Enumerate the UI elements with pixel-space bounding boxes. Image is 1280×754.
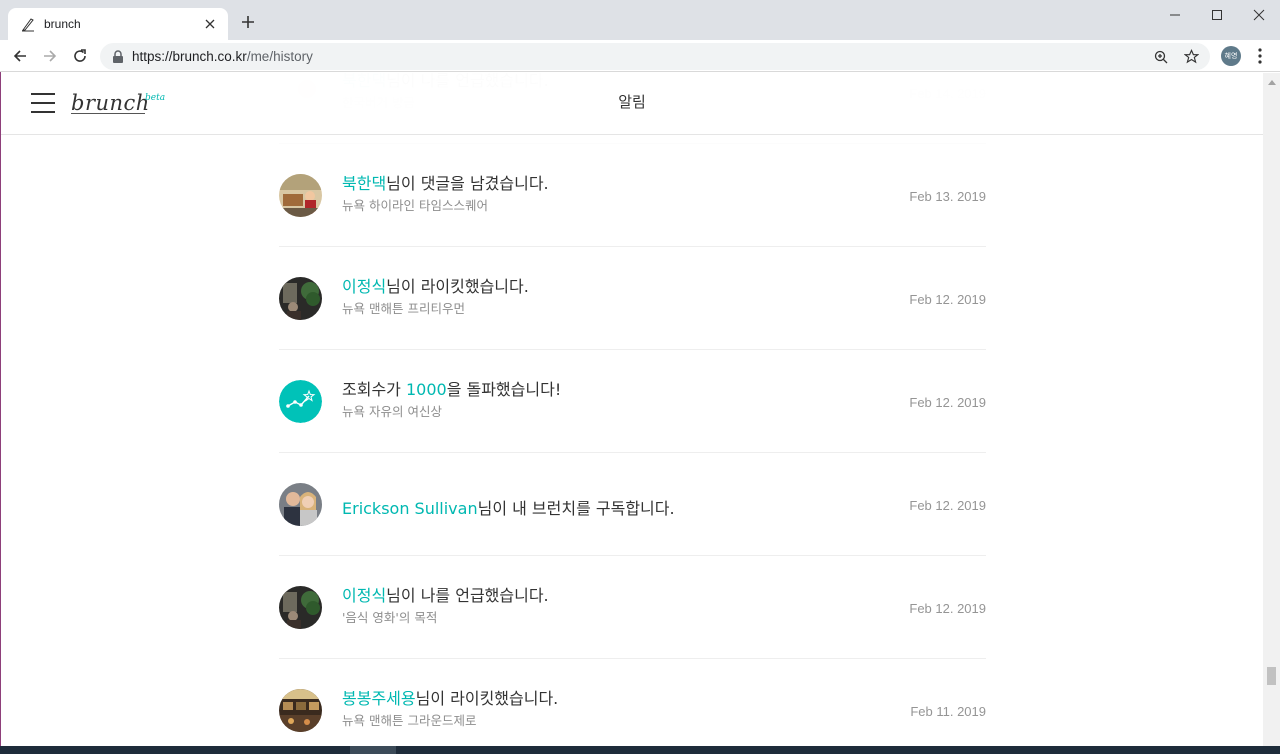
- highlight-link[interactable]: 1000: [406, 380, 447, 399]
- notification-date: Feb 12. 2019: [909, 395, 986, 410]
- browser-tab[interactable]: brunch: [8, 8, 228, 40]
- notification-message: 이정식님이 라이킷했습니다.: [342, 277, 529, 297]
- notification-text: 북한댁님이 댓글을 남겼습니다. 뉴욕 하이라인 타임스스퀘어: [342, 174, 549, 214]
- notification-article-title[interactable]: '음식 영화'의 목적: [342, 610, 549, 626]
- forward-arrow-icon[interactable]: [38, 44, 62, 68]
- new-tab-icon[interactable]: [238, 12, 258, 32]
- tab-strip: brunch: [0, 0, 1280, 40]
- notification-article-title[interactable]: 뉴욕 맨해튼 그라운드제로: [342, 713, 558, 729]
- user-avatar[interactable]: [279, 689, 322, 732]
- highlight-link[interactable]: 이정식: [342, 586, 386, 605]
- notification-text: 봉봉주세용님이 라이킷했습니다. 뉴욕 맨해튼 그라운드제로: [342, 689, 558, 729]
- user-avatar[interactable]: [279, 277, 322, 320]
- notification-item[interactable]: 조회수가 1000을 돌파했습니다! 뉴욕 자유의 여신상 Feb 12. 2019: [279, 350, 986, 453]
- page-title: 알림: [618, 93, 646, 111]
- user-avatar[interactable]: [279, 586, 322, 629]
- notification-item[interactable]: Erickson Sullivan님이 내 브런치를 구독합니다. Feb 12.…: [279, 453, 986, 556]
- browser-toolbar: https://brunch.co.kr/me/history 혜영: [0, 40, 1280, 72]
- message-text: 님이 라이킷했습니다.: [415, 689, 559, 708]
- notification-item[interactable]: 북한댁님이 댓글을 남겼습니다. 뉴욕 하이라인 타임스스퀘어 Feb 13. 20…: [279, 144, 986, 247]
- close-window-icon[interactable]: [1238, 0, 1280, 30]
- message-text: 님이 나를 언급했습니다.: [386, 586, 549, 605]
- minimize-icon[interactable]: [1154, 0, 1196, 30]
- url-path: /me/history: [246, 49, 313, 64]
- notification-message: Erickson Sullivan님이 내 브런치를 구독합니다.: [342, 499, 675, 519]
- vertical-scrollbar[interactable]: [1263, 73, 1280, 746]
- browser-menu-icon[interactable]: [1250, 44, 1270, 68]
- notification-text: Erickson Sullivan님이 내 브런치를 구독합니다.: [342, 499, 675, 519]
- notification-date: Feb 12. 2019: [909, 601, 986, 616]
- stats-milestone-icon[interactable]: [279, 380, 322, 423]
- notification-message: 북한댁님이 댓글을 남겼습니다.: [342, 174, 549, 194]
- close-tab-icon[interactable]: [202, 16, 218, 32]
- notification-message: 조회수가 1000을 돌파했습니다!: [342, 380, 561, 400]
- highlight-link[interactable]: 이정식: [342, 277, 386, 296]
- notification-text: 조회수가 1000을 돌파했습니다! 뉴욕 자유의 여신상: [342, 380, 561, 420]
- highlight-link[interactable]: 북한댁: [342, 174, 386, 193]
- site-header: brunch beta 알림: [1, 73, 1263, 135]
- notification-article-title[interactable]: 뉴욕 자유의 여신상: [342, 404, 561, 420]
- bookmark-star-icon[interactable]: [1180, 46, 1202, 68]
- notification-text: 이정식님이 나를 언급했습니다. '음식 영화'의 목적: [342, 586, 549, 626]
- notification-text: 이정식님이 라이킷했습니다. 뉴욕 맨해튼 프리티우먼: [342, 277, 529, 317]
- profile-avatar[interactable]: 혜영: [1221, 46, 1241, 66]
- url-host: https://brunch.co.kr: [132, 49, 247, 64]
- notification-article-title[interactable]: 뉴욕 하이라인 타임스스퀘어: [342, 198, 549, 214]
- maximize-icon[interactable]: [1196, 0, 1238, 30]
- address-bar[interactable]: https://brunch.co.kr/me/history: [100, 43, 1210, 70]
- brunch-favicon-icon: [22, 18, 34, 32]
- reload-icon[interactable]: [68, 44, 92, 68]
- taskbar-strip: [0, 746, 1280, 754]
- highlight-link[interactable]: 봉봉주세용: [342, 689, 416, 708]
- zoom-icon[interactable]: [1150, 46, 1172, 68]
- message-text: 조회수가: [342, 380, 406, 399]
- user-avatar[interactable]: [279, 174, 322, 217]
- highlight-link[interactable]: Erickson Sullivan: [342, 499, 478, 518]
- window-controls: [1154, 0, 1280, 30]
- message-text: 님이 내 브런치를 구독합니다.: [477, 499, 675, 518]
- notification-date: Feb 13. 2019: [909, 189, 986, 204]
- message-text: 을 돌파했습니다!: [446, 380, 562, 399]
- user-avatar[interactable]: [279, 483, 322, 526]
- tab-title: brunch: [44, 17, 81, 31]
- notification-item[interactable]: 이정식님이 라이킷했습니다. 뉴욕 맨해튼 프리티우먼 Feb 12. 2019: [279, 247, 986, 350]
- message-text: 님이 라이킷했습니다.: [386, 277, 529, 296]
- page-viewport: 북한댁님이 나를 언급했습니다.한국버거 방금Feb 14. 2019북한댁님이…: [1, 73, 1263, 746]
- notification-list: 북한댁님이 나를 언급했습니다.한국버거 방금Feb 14. 2019북한댁님이…: [279, 73, 986, 746]
- scrollbar-thumb[interactable]: [1267, 667, 1276, 685]
- notification-date: Feb 11. 2019: [910, 704, 986, 719]
- lock-icon: [113, 49, 123, 63]
- url-text: https://brunch.co.kr/me/history: [132, 49, 1150, 64]
- back-arrow-icon[interactable]: [8, 44, 32, 68]
- notification-date: Feb 12. 2019: [909, 292, 986, 307]
- notification-article-title[interactable]: 뉴욕 맨해튼 프리티우먼: [342, 301, 529, 317]
- scroll-up-arrow-icon[interactable]: [1263, 73, 1280, 90]
- logo-underline: [71, 113, 145, 114]
- notification-message: 봉봉주세용님이 라이킷했습니다.: [342, 689, 558, 709]
- notification-item[interactable]: 봉봉주세용님이 라이킷했습니다. 뉴욕 맨해튼 그라운드제로 Feb 11. 201…: [279, 659, 986, 746]
- notification-date: Feb 12. 2019: [909, 498, 986, 513]
- message-text: 님이 댓글을 남겼습니다.: [386, 174, 549, 193]
- notification-message: 이정식님이 나를 언급했습니다.: [342, 586, 549, 606]
- notification-item[interactable]: 이정식님이 나를 언급했습니다. '음식 영화'의 목적 Feb 12. 2019: [279, 556, 986, 659]
